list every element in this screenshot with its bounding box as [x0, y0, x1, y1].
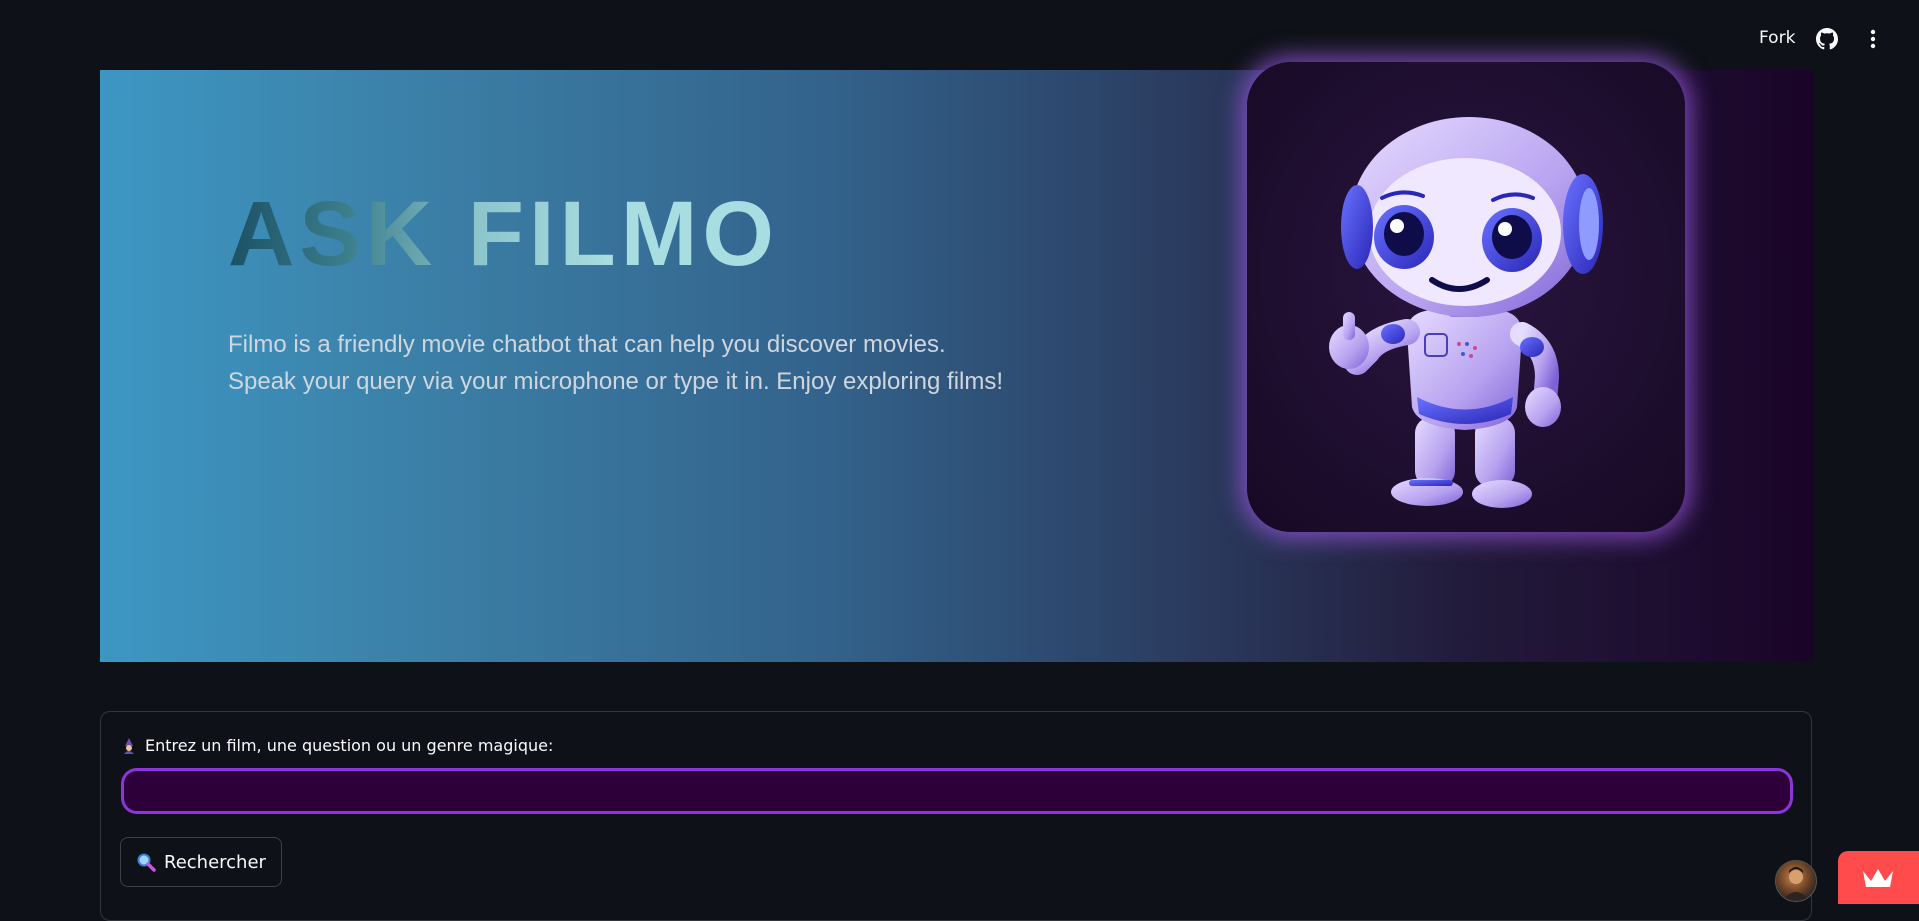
- streamlit-crown-icon[interactable]: [1838, 851, 1919, 904]
- hero-description-line-1: Filmo is a friendly movie chatbot that c…: [228, 331, 946, 358]
- search-label-text: Entrez un film, une question ou un genre…: [145, 736, 554, 755]
- hero-title: ASK FILMO: [228, 183, 779, 285]
- robot-mascot-icon: [1247, 62, 1685, 532]
- robot-card: [1247, 62, 1685, 532]
- hero-description: Filmo is a friendly movie chatbot that c…: [228, 326, 1128, 400]
- magnifying-glass-icon: [136, 852, 156, 872]
- hero-description-line-2: Speak your query via your microphone or …: [228, 368, 1004, 395]
- github-icon[interactable]: [1816, 28, 1838, 50]
- fork-link[interactable]: Fork: [1759, 28, 1795, 48]
- hero-banner: ASK FILMO Filmo is a friendly movie chat…: [100, 62, 1814, 662]
- app-header: Fork: [0, 0, 1919, 70]
- kebab-menu-icon[interactable]: [1862, 28, 1884, 50]
- search-label: Entrez un film, une question ou un genre…: [121, 736, 553, 755]
- user-avatar[interactable]: [1775, 860, 1817, 902]
- search-input[interactable]: [121, 768, 1793, 814]
- search-button-label: Rechercher: [164, 851, 266, 873]
- search-panel: Entrez un film, une question ou un genre…: [100, 711, 1812, 921]
- search-button[interactable]: Rechercher: [120, 837, 282, 887]
- wizard-icon: [121, 737, 137, 754]
